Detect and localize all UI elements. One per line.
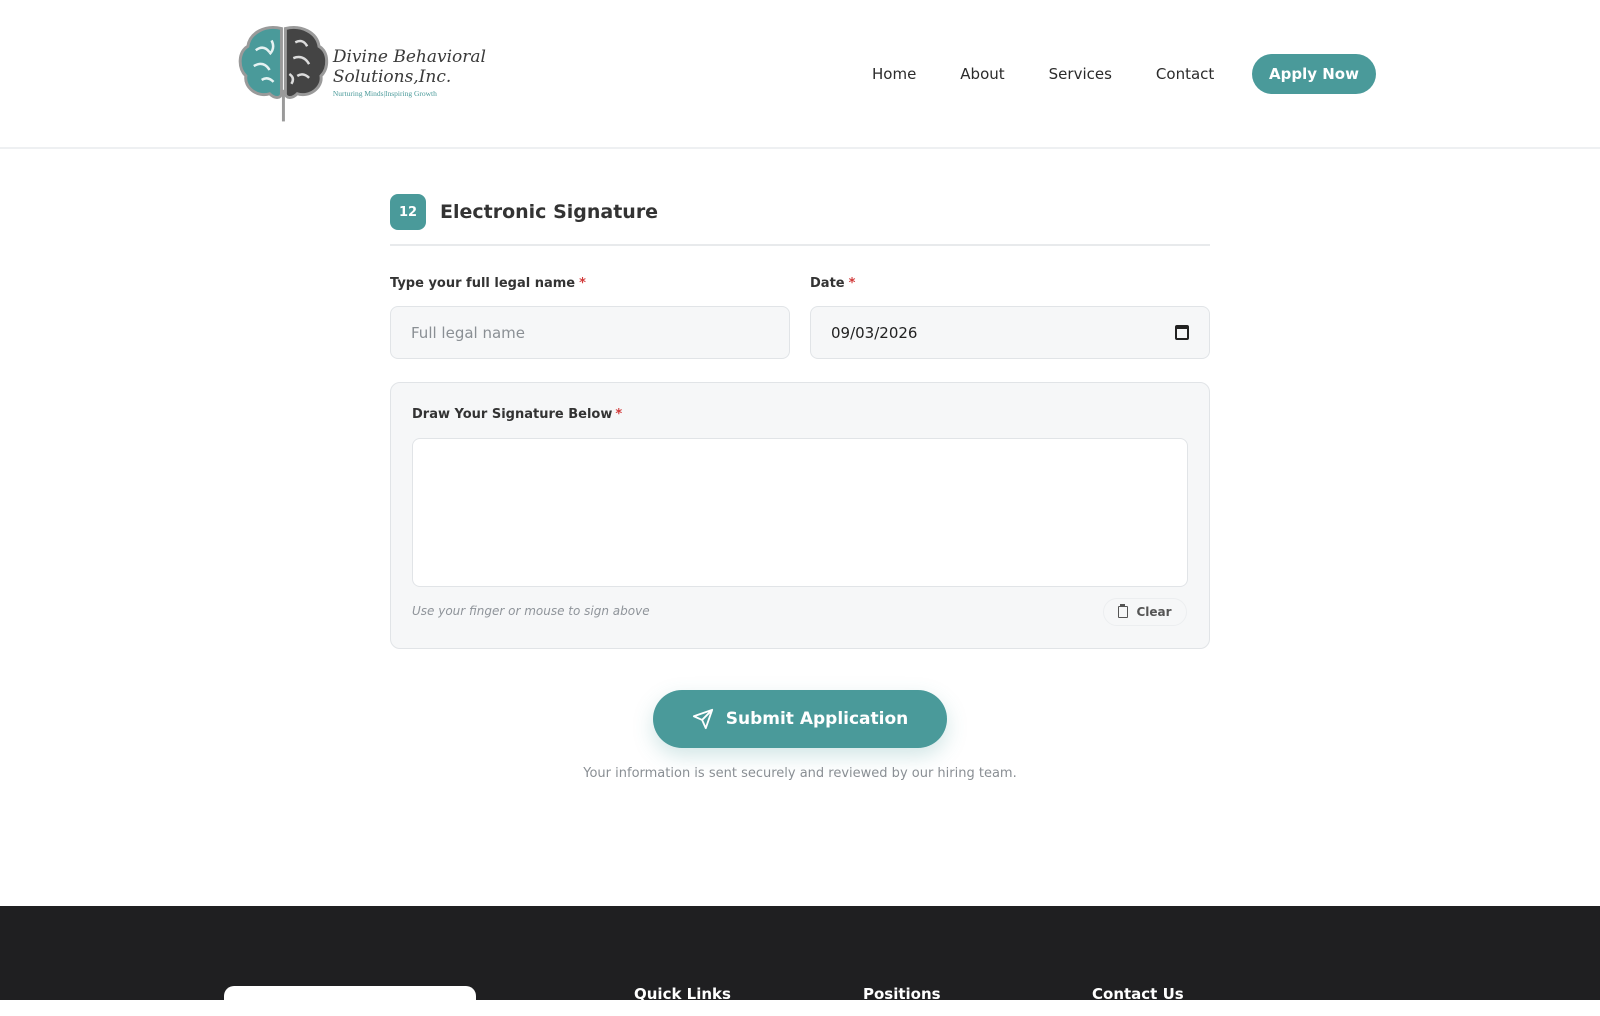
brand-name-line2: Solutions,Inc. (332, 67, 452, 87)
send-icon (692, 708, 713, 730)
required-mark: * (848, 276, 856, 291)
nav-services[interactable]: Services (1049, 54, 1112, 94)
site-footer: Quick Links Positions Contact Us (0, 906, 1600, 1016)
nav-about[interactable]: About (960, 54, 1004, 94)
signature-label: Draw Your Signature Below * (412, 407, 622, 422)
nav-home[interactable]: Home (872, 54, 916, 94)
security-note: Your information is sent securely and re… (583, 766, 1017, 781)
brand-logo[interactable]: Divine Behavioral Solutions,Inc. Nurturi… (236, 20, 486, 125)
full-name-placeholder: Full legal name (411, 323, 526, 342)
clear-signature-button[interactable]: Clear (1103, 598, 1187, 626)
footer-heading-contact: Contact Us (1092, 985, 1184, 1003)
brand-tagline: Nurturing Minds|Inspiring Growth (332, 89, 437, 98)
signature-hint: Use your finger or mouse to sign above (412, 604, 650, 618)
date-value: 09/03/2026 (831, 323, 918, 342)
submit-label: Submit Application (725, 709, 909, 729)
step-number-badge: 12 (390, 194, 426, 230)
date-input[interactable]: 09/03/2026 (810, 306, 1210, 359)
footer-heading-quick-links: Quick Links (634, 985, 731, 1003)
section-title: Electronic Signature (440, 201, 659, 223)
full-name-label-text: Type your full legal name (390, 276, 576, 291)
required-mark: * (579, 276, 586, 291)
footer-logo (224, 986, 476, 1016)
submit-application-button[interactable]: Submit Application (653, 690, 947, 748)
required-mark: * (615, 407, 623, 422)
signature-label-text: Draw Your Signature Below (412, 407, 613, 422)
footer-heading-positions: Positions (863, 985, 941, 1003)
calendar-icon[interactable] (1175, 325, 1189, 340)
full-name-input[interactable]: Full legal name (390, 306, 790, 359)
signature-panel: Draw Your Signature Below * Use your fing… (390, 382, 1210, 649)
brain-tree-icon (238, 26, 329, 122)
signature-canvas[interactable] (412, 438, 1188, 587)
full-name-label: Type your full legal name * (390, 276, 586, 291)
brand-name-line1: Divine Behavioral (332, 47, 486, 67)
clear-label: Clear (1136, 605, 1172, 619)
main-nav: Home About Services Contact (872, 54, 1258, 94)
date-label-text: Date (810, 276, 845, 291)
trash-icon (1118, 604, 1129, 618)
section-header: 12 Electronic Signature (390, 194, 1210, 246)
site-header: Divine Behavioral Solutions,Inc. Nurturi… (0, 0, 1600, 149)
apply-now-button[interactable]: Apply Now (1252, 54, 1376, 94)
date-label: Date * (810, 276, 855, 291)
nav-contact[interactable]: Contact (1156, 54, 1214, 94)
